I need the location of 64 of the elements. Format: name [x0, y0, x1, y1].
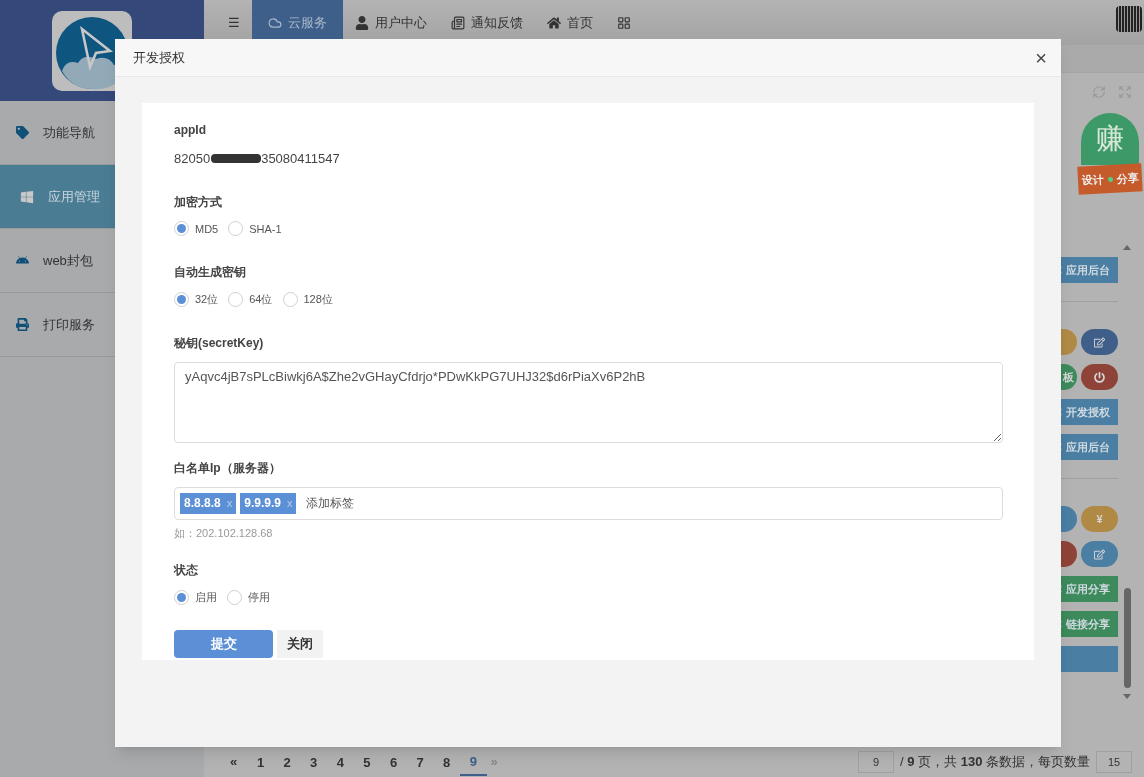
promo-title: 赚 [1081, 113, 1139, 165]
ip-tag[interactable]: 9.9.9.9 x [240, 492, 297, 514]
ip-tag-field[interactable]: 8.8.8.8 x 9.9.9.9 x 添加标签 [174, 486, 1003, 520]
page-input[interactable]: 9 [857, 751, 894, 773]
radio-label: 128位 [303, 292, 333, 307]
field-label: appId [174, 122, 207, 139]
ip-tag[interactable]: 8.8.8.8 x [180, 492, 237, 514]
radio-button[interactable] [228, 291, 244, 307]
ip-hint: 如：202.102.128.68 [174, 525, 274, 541]
radio-button[interactable] [174, 221, 189, 237]
pagination-prev[interactable]: « [230, 752, 238, 772]
radio-button[interactable] [228, 221, 244, 237]
user-icon [355, 15, 369, 30]
radio-label: 64位 [249, 292, 273, 307]
scrollbar[interactable] [1120, 245, 1134, 699]
radio-button[interactable] [174, 291, 189, 307]
close-dialog-button[interactable]: 关闭 [277, 629, 323, 658]
radio-button[interactable] [174, 589, 189, 605]
promo-label: 分享 [1116, 170, 1139, 187]
radio-button[interactable] [282, 291, 298, 307]
page-link[interactable]: 5 [353, 748, 381, 776]
newspaper-icon [451, 15, 465, 30]
page-link[interactable]: 6 [380, 748, 407, 776]
grid-icon [617, 15, 631, 30]
page-size-input[interactable]: 15 [1096, 751, 1132, 773]
page-link[interactable]: 8 [433, 748, 460, 776]
field-label: 白名单Ip（服务器） [174, 459, 282, 477]
promo-label: 设计 [1081, 172, 1104, 189]
action-button[interactable] [1081, 541, 1118, 567]
scrollbar-thumb[interactable] [1123, 588, 1131, 688]
radio-button[interactable] [227, 589, 242, 605]
nav-tab[interactable]: 用户中心 [343, 0, 439, 45]
promo-badge[interactable]: 赚 设计 分享 [1078, 113, 1142, 205]
secret-key-field[interactable]: yAqvc4jB7sPLcBiwkj6A$Zhe2vGHayCfdrjo*PDwKkPG7UHJ32$d6rPiaXv6P2hB [174, 361, 1003, 443]
dialog-title: 开发授权 [133, 48, 185, 67]
scroll-down-icon[interactable] [1123, 694, 1131, 699]
home-icon [547, 15, 561, 30]
field-label: 状态 [174, 562, 199, 579]
action-button[interactable] [1081, 329, 1118, 355]
tag-input[interactable]: 添加标签 [306, 494, 997, 512]
page-link[interactable]: 2 [273, 748, 301, 776]
close-button[interactable]: × [1035, 47, 1047, 68]
nav-tab[interactable]: 首页 [535, 0, 605, 45]
cloud-icon [268, 15, 282, 30]
edit-icon [1094, 548, 1105, 560]
page-link[interactable]: 1 [247, 748, 274, 776]
printer-icon [16, 318, 29, 331]
page-link[interactable]: 3 [300, 748, 327, 776]
power-icon [1094, 371, 1105, 383]
page-link[interactable]: 4 [327, 748, 354, 776]
edit-icon [1094, 336, 1105, 348]
radio-label: 停用 [248, 590, 270, 605]
redaction-mark [211, 154, 262, 164]
page-link[interactable]: 7 [406, 748, 434, 776]
radio-label: SHA-1 [249, 221, 282, 237]
action-button[interactable] [1081, 364, 1118, 390]
windows-icon [20, 189, 34, 204]
submit-button[interactable]: 提交 [174, 629, 273, 658]
radio-label: 启用 [195, 590, 217, 605]
pagination-summary: / 9 页，共 130 条数据，每页数量 [899, 753, 1090, 772]
tag-icon [16, 126, 29, 139]
nav-tab[interactable]: 通知反馈 [439, 0, 535, 45]
avatar-icon[interactable] [1116, 6, 1142, 32]
scroll-up-icon[interactable] [1123, 245, 1131, 250]
